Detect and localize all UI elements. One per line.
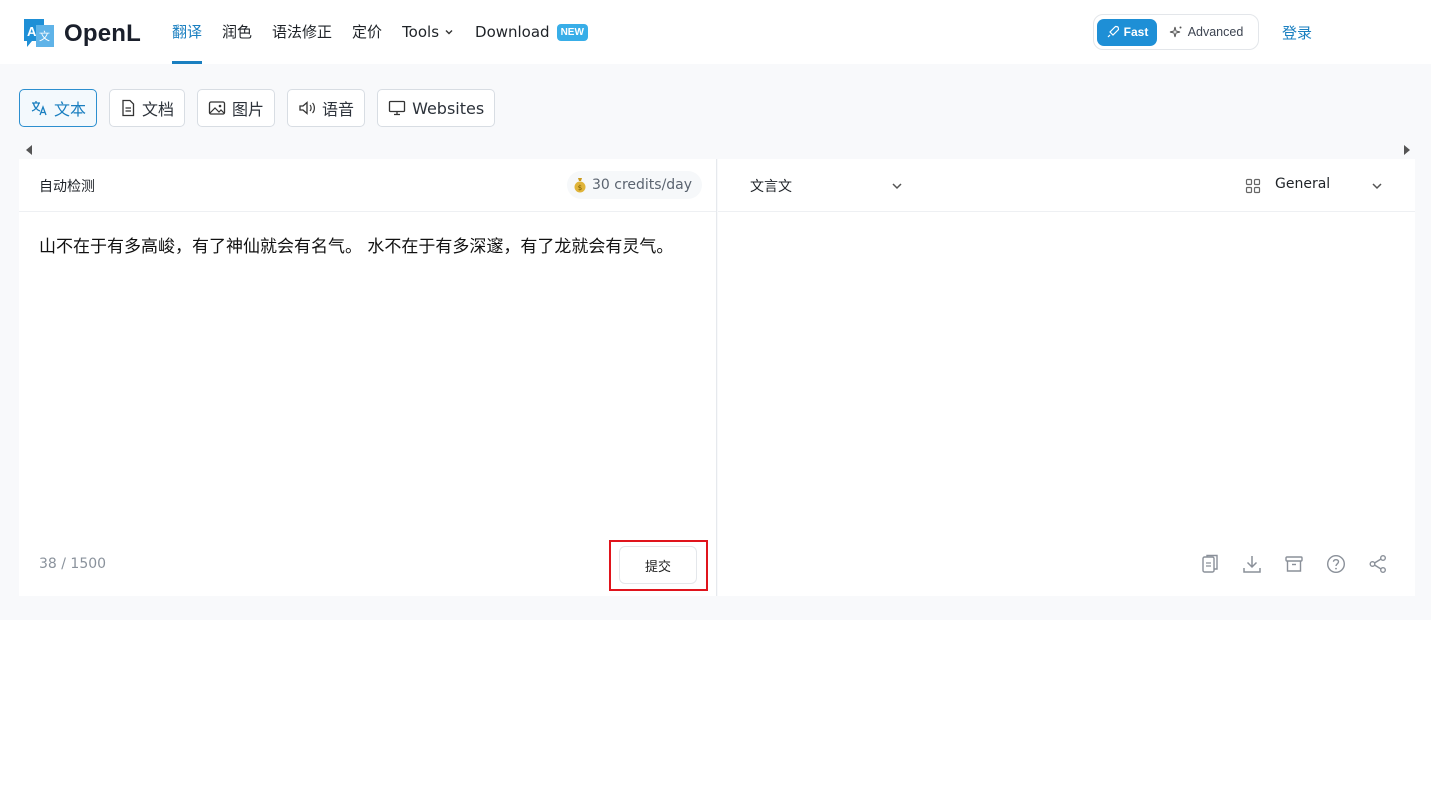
nav-label: Tools	[402, 23, 440, 41]
tab-text[interactable]: 文本	[19, 89, 98, 127]
svg-text:文: 文	[39, 29, 50, 43]
nav-label: 定价	[352, 23, 383, 41]
horizontal-scrollbar[interactable]	[26, 144, 1414, 156]
nav-label: 翻译	[172, 23, 203, 41]
input-type-tabs: 文本 文档 图片 语音 Websites	[19, 89, 507, 127]
chevron-down-icon[interactable]	[890, 179, 904, 193]
fast-mode-button[interactable]: Fast	[1097, 18, 1157, 46]
image-icon	[208, 101, 226, 115]
svg-text:$: $	[578, 184, 582, 192]
help-icon	[1326, 554, 1346, 574]
nav-label: 语法修正	[272, 23, 333, 41]
brand-logo[interactable]: A 文 OpenL	[22, 17, 141, 51]
help-button[interactable]	[1325, 553, 1347, 575]
scroll-right-arrow-icon[interactable]	[1404, 145, 1410, 155]
domain-select[interactable]: General	[1275, 176, 1330, 192]
openl-logo-icon: A 文	[22, 17, 56, 51]
nav-item-pricing[interactable]: 定价	[352, 0, 382, 64]
top-header: A 文 OpenL 翻译 润色 语法修正 定价 Tools Download N…	[0, 0, 1431, 64]
share-icon	[1369, 555, 1386, 573]
tab-label: 语音	[322, 100, 355, 119]
credits-badge: $ 30 credits/day	[567, 171, 703, 199]
tab-websites[interactable]: Websites	[377, 89, 496, 127]
source-language-select[interactable]: 自动检测	[39, 176, 95, 196]
translation-mode-toggle: Fast Advanced	[1093, 14, 1259, 50]
document-icon	[122, 99, 135, 117]
chevron-down-icon	[445, 30, 453, 35]
money-bag-icon: $	[574, 178, 586, 193]
char-count: 38 / 1500	[39, 556, 107, 572]
nav-item-grammar[interactable]: 语法修正	[272, 0, 332, 64]
tab-speech[interactable]: 语音	[287, 89, 366, 127]
tab-label: 文档	[142, 100, 175, 119]
brand-name: OpenL	[64, 20, 141, 47]
rocket-icon	[1107, 25, 1119, 38]
copy-button[interactable]	[1199, 553, 1221, 575]
nav-item-translate[interactable]: 翻译	[172, 0, 203, 64]
source-panel: 自动检测 $ 30 credits/day 山不在于有多高峻，有了神仙就会有名气…	[19, 159, 717, 596]
chevron-down-icon[interactable]	[1370, 179, 1384, 193]
monitor-icon	[388, 100, 406, 116]
target-language-select[interactable]: 文言文	[750, 176, 792, 196]
new-badge: NEW	[556, 23, 588, 41]
share-button[interactable]	[1367, 553, 1389, 575]
copy-icon	[1202, 554, 1218, 573]
tab-image[interactable]: 图片	[197, 89, 276, 127]
nav-item-download[interactable]: Download NEW	[475, 0, 588, 64]
main-nav: 翻译 润色 语法修正 定价 Tools Download NEW	[172, 0, 608, 64]
advanced-mode-button[interactable]: Advanced	[1157, 19, 1255, 46]
speaker-icon	[299, 101, 316, 115]
source-panel-header: 自动检测 $ 30 credits/day	[19, 159, 716, 212]
source-text-input[interactable]: 山不在于有多高峻，有了神仙就会有名气。 水不在于有多深邃，有了龙就会有灵气。	[39, 233, 689, 261]
target-panel-header: 文言文 General	[718, 159, 1415, 212]
tab-label: 文本	[54, 100, 87, 119]
nav-item-polish[interactable]: 润色	[222, 0, 252, 64]
translate-icon	[31, 101, 47, 116]
advanced-label: Advanced	[1187, 25, 1244, 39]
archive-icon	[1285, 556, 1303, 572]
scroll-left-arrow-icon[interactable]	[26, 145, 32, 155]
tab-label: 图片	[232, 100, 265, 119]
tab-label: Websites	[412, 98, 485, 118]
nav-label: 润色	[222, 23, 253, 41]
grid-icon	[1245, 178, 1261, 194]
fast-label: Fast	[1123, 25, 1149, 39]
highlight-annotation-box	[609, 540, 708, 591]
archive-button[interactable]	[1283, 553, 1305, 575]
sparkle-icon	[1169, 26, 1182, 38]
nav-item-tools[interactable]: Tools	[402, 0, 455, 64]
credits-text: 30 credits/day	[592, 177, 693, 193]
output-toolbar	[1199, 553, 1409, 575]
svg-text:A: A	[27, 24, 37, 39]
download-icon	[1243, 556, 1261, 573]
nav-label: Download	[475, 23, 550, 41]
login-link[interactable]: 登录	[1282, 22, 1312, 43]
tab-document[interactable]: 文档	[109, 89, 186, 127]
target-panel: 文言文 General	[718, 159, 1415, 596]
download-button[interactable]	[1241, 553, 1263, 575]
